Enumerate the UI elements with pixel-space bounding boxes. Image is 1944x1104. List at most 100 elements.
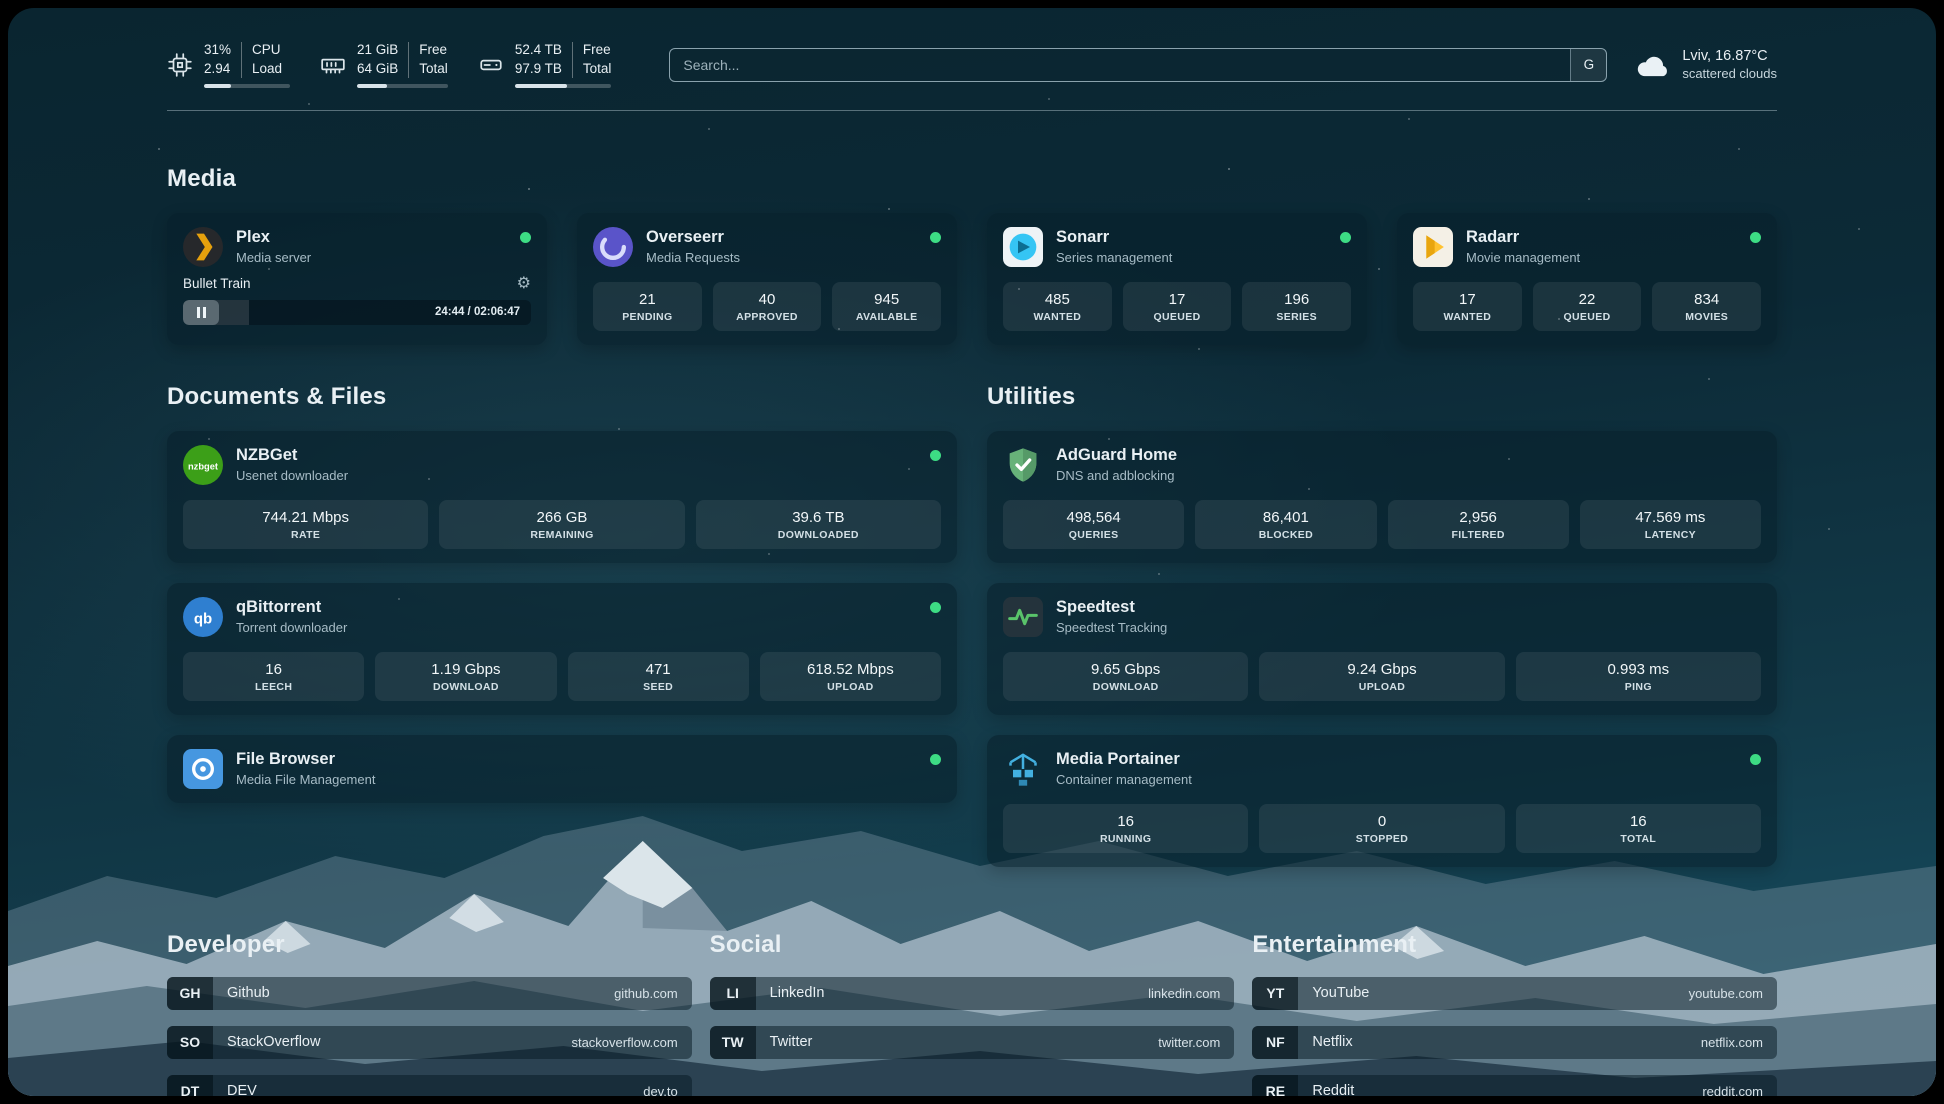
link-url: youtube.com [1689,986,1763,1001]
section-title-social: Social [710,931,1235,959]
stat-label: AVAILABLE [836,311,937,323]
qbittorrent-card[interactable]: qb qBittorrent Torrent downloader 16 LEE… [167,583,957,715]
overseerr-card[interactable]: Overseerr Media Requests 21 PENDING 40 A… [577,213,957,345]
app-subtitle: Speedtest Tracking [1056,620,1167,635]
qbittorrent-icon: qb [183,597,223,637]
section-title-developer: Developer [167,931,692,959]
media-section: Media Plex Media server [167,165,1777,345]
app-subtitle: Media File Management [236,772,375,787]
adguard-card-header: AdGuard Home DNS and adblocking [1003,445,1761,485]
stat-value: 266 GB [443,509,680,526]
stat-label: RUNNING [1007,833,1244,845]
link-url: stackoverflow.com [571,1035,677,1050]
two-column-area: Documents & Files nzbget NZBGet Usenet d… [167,383,1777,867]
svg-text:nzbget: nzbget [188,461,218,471]
memory-total-value: 64 GiB [357,61,398,78]
status-dot [1750,232,1761,243]
stat-value: 16 [1520,813,1757,830]
top-bar: 31% 2.94 CPU Load [167,8,1777,88]
twitter-icon: TW [710,1026,756,1059]
snow-specks [8,8,10,10]
portainer-meta: Media Portainer Container management [1056,750,1192,787]
speedtest-card[interactable]: Speedtest Speedtest Tracking 9.65 Gbps D… [987,583,1777,715]
weather-text: Lviv, 16.87°C scattered clouds [1682,48,1777,81]
filebrowser-card[interactable]: File Browser Media File Management [167,735,957,803]
stat-label: QUERIES [1007,529,1180,541]
adguard-card[interactable]: AdGuard Home DNS and adblocking 498,564 … [987,431,1777,563]
cpu-labels: CPU Load [252,42,282,78]
link-dev[interactable]: DT DEV dev.to [167,1075,692,1096]
memory-progress-bar [357,84,448,88]
disk-progress-fill [515,84,567,88]
link-name: YouTube [1312,985,1369,1001]
speedtest-pulse-icon [1003,597,1043,637]
divider [241,42,242,78]
stat-label: APPROVED [717,311,818,323]
links-area: Developer GH Github github.com SO StackO… [167,931,1777,1096]
stat-value: 196 [1246,291,1347,308]
app-name: AdGuard Home [1056,446,1177,465]
free-label: Free [583,42,612,59]
stat-box: 744.21 Mbps RATE [183,500,428,549]
stat-value: 86,401 [1199,509,1372,526]
disk-progress-bar [515,84,612,88]
plex-card[interactable]: Plex Media server Bullet Train ⚙ 24:44 /… [167,213,547,345]
stat-value: 498,564 [1007,509,1180,526]
link-reddit[interactable]: RE Reddit reddit.com [1252,1075,1777,1096]
stat-label: SERIES [1246,311,1347,323]
status-dot [1750,754,1761,765]
stat-box: 47.569 ms LATENCY [1580,500,1761,549]
link-github[interactable]: GH Github github.com [167,977,692,1010]
radarr-stats: 17 WANTED 22 QUEUED 834 MOVIES [1413,282,1761,331]
sonarr-meta: Sonarr Series management [1056,228,1172,265]
radarr-card[interactable]: Radarr Movie management 17 WANTED 22 QUE… [1397,213,1777,345]
nzbget-card[interactable]: nzbget NZBGet Usenet downloader 744.21 M… [167,431,957,563]
portainer-card[interactable]: Media Portainer Container management 16 … [987,735,1777,867]
app-subtitle: Media server [236,250,311,265]
plex-icon [183,227,223,267]
stat-box: 86,401 BLOCKED [1195,500,1376,549]
github-icon: GH [167,977,213,1010]
stat-box: 9.65 Gbps DOWNLOAD [1003,652,1248,701]
svg-text:qb: qb [194,610,212,627]
cpu-percent: 31% [204,42,231,59]
search-engine-button[interactable]: G [1570,49,1606,81]
stat-box: 0 STOPPED [1259,804,1504,853]
sonarr-card[interactable]: Sonarr Series management 485 WANTED 17 Q… [987,213,1367,345]
nzbget-icon: nzbget [183,445,223,485]
stat-label: PENDING [597,311,698,323]
utilities-column: Utilities AdGuard Home DNS and adblockin… [987,383,1777,867]
stat-label: PING [1520,681,1757,693]
media-cards-row: Plex Media server Bullet Train ⚙ 24:44 /… [167,213,1777,345]
link-name: LinkedIn [770,985,825,1001]
link-linkedin[interactable]: LI LinkedIn linkedin.com [710,977,1235,1010]
stat-box: 17 WANTED [1413,282,1522,331]
stat-box: 618.52 Mbps UPLOAD [760,652,941,701]
pause-icon[interactable] [183,300,219,325]
portainer-card-header: Media Portainer Container management [1003,749,1761,789]
status-dot [930,602,941,613]
plex-player-bar[interactable]: 24:44 / 02:06:47 [183,300,531,325]
link-stackoverflow[interactable]: SO StackOverflow stackoverflow.com [167,1026,692,1059]
link-netflix[interactable]: NF Netflix netflix.com [1252,1026,1777,1059]
link-youtube[interactable]: YT YouTube youtube.com [1252,977,1777,1010]
search-input[interactable] [670,57,1570,73]
stat-box: 40 APPROVED [713,282,822,331]
stat-box: 9.24 Gbps UPLOAD [1259,652,1504,701]
dev-icon: DT [167,1075,213,1096]
reddit-icon: RE [1252,1075,1298,1096]
stat-value: 1.19 Gbps [379,661,552,678]
link-twitter[interactable]: TW Twitter twitter.com [710,1026,1235,1059]
stat-label: STOPPED [1263,833,1500,845]
link-url: netflix.com [1701,1035,1763,1050]
app-name: NZBGet [236,446,348,465]
disk-widget-text: 52.4 TB 97.9 TB Free Total [515,42,612,78]
stat-value: 16 [1007,813,1244,830]
link-url: twitter.com [1158,1035,1220,1050]
stat-value: 40 [717,291,818,308]
stat-value: 618.52 Mbps [764,661,937,678]
netflix-icon: NF [1252,1026,1298,1059]
plex-now-playing: Bullet Train ⚙ [183,276,531,292]
stat-value: 945 [836,291,937,308]
gear-icon[interactable]: ⚙ [517,276,531,292]
